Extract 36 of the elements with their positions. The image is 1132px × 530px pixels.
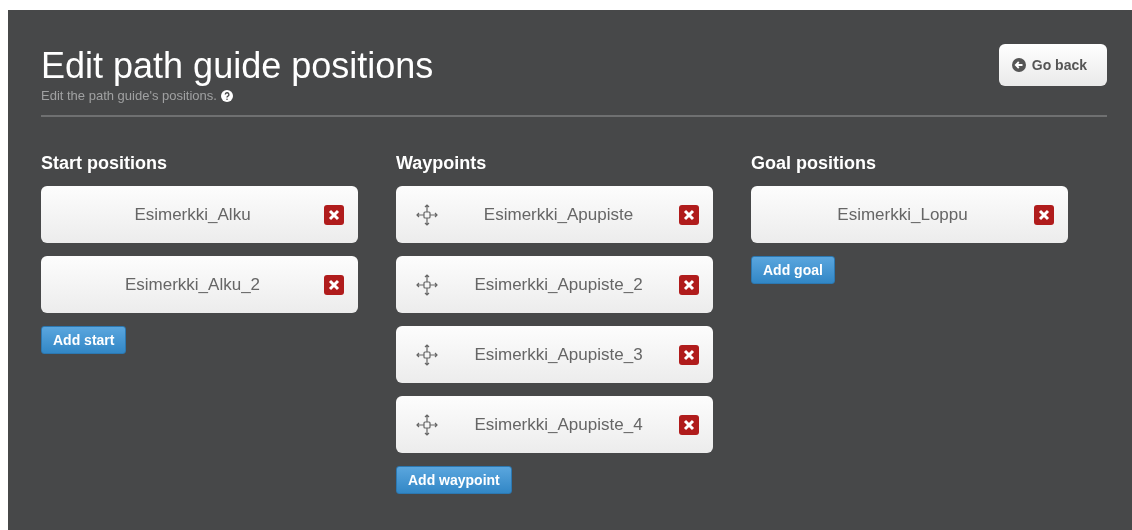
delete-icon[interactable] — [679, 274, 699, 295]
page-title: Edit path guide positions — [41, 44, 434, 88]
add-button[interactable]: Add goal — [751, 256, 835, 284]
move-icon[interactable] — [416, 203, 438, 226]
position-card[interactable]: Esimerkki_Apupiste — [396, 186, 713, 243]
delete-icon[interactable] — [1034, 204, 1054, 225]
move-icon[interactable] — [416, 413, 438, 436]
position-card[interactable]: Esimerkki_Alku_2 — [41, 256, 358, 313]
position-name: Esimerkki_Alku — [133, 204, 252, 225]
position-name: Esimerkki_Loppu — [836, 204, 969, 225]
delete-icon[interactable] — [324, 274, 344, 295]
position-card[interactable]: Esimerkki_Apupiste_3 — [396, 326, 713, 383]
delete-icon[interactable] — [679, 414, 699, 435]
column-title: Start positions — [41, 153, 168, 174]
position-name: Esimerkki_Apupiste_4 — [473, 414, 644, 435]
column-title: Goal positions — [751, 153, 877, 174]
position-name: Esimerkki_Alku_2 — [123, 274, 262, 295]
back-arrow-icon — [1011, 58, 1026, 72]
position-name: Esimerkki_Apupiste — [482, 204, 635, 225]
delete-icon[interactable] — [679, 204, 699, 225]
page-subtitle: Edit the path guide's positions. — [41, 88, 217, 103]
position-card[interactable]: Esimerkki_Apupiste_4 — [396, 396, 713, 453]
add-button[interactable]: Add waypoint — [396, 466, 512, 494]
go-back-button[interactable]: Go back — [998, 44, 1107, 86]
add-button[interactable]: Add start — [41, 326, 127, 354]
move-icon[interactable] — [416, 343, 438, 366]
position-name: Esimerkki_Apupiste_2 — [473, 274, 644, 295]
position-card[interactable]: Esimerkki_Alku — [41, 186, 358, 243]
move-icon[interactable] — [416, 273, 438, 296]
column-title: Waypoints — [396, 153, 488, 174]
delete-icon[interactable] — [324, 204, 344, 225]
position-card[interactable]: Esimerkki_Apupiste_2 — [396, 256, 713, 313]
help-icon[interactable] — [220, 89, 233, 102]
position-card[interactable]: Esimerkki_Loppu — [751, 186, 1068, 243]
position-name: Esimerkki_Apupiste_3 — [473, 344, 644, 365]
delete-icon[interactable] — [679, 344, 699, 365]
